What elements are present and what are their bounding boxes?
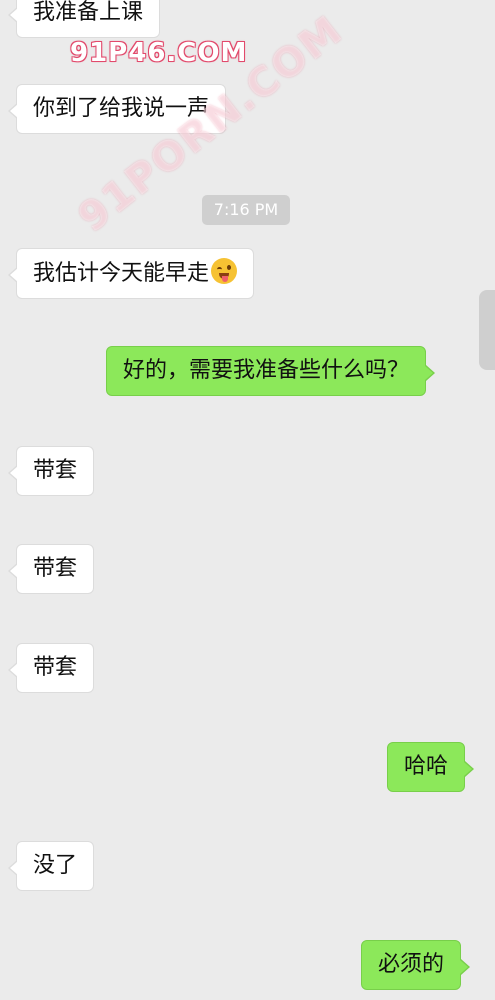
scroll-indicator[interactable]	[479, 290, 495, 370]
message-text: 带套	[33, 556, 78, 581]
message-text: 好的，需要我准备些什么吗？	[123, 358, 410, 383]
message-timestamp: 7:16 PM	[202, 195, 290, 225]
message-bubble-outgoing[interactable]: 必须的	[361, 940, 471, 990]
message-bubble-outgoing[interactable]: 哈哈	[387, 742, 475, 792]
message-bubble-incoming[interactable]: 带套	[7, 446, 95, 496]
message-text: 我准备上课	[33, 0, 144, 25]
message-text: 我估计今天能早走	[33, 261, 210, 286]
message-bubble-incoming[interactable]: 我准备上课	[7, 0, 161, 38]
message-bubble-outgoing[interactable]: 好的，需要我准备些什么吗？	[106, 346, 436, 396]
watermark-logo: 91P46.COM	[70, 38, 248, 68]
message-text: 哈哈	[404, 754, 449, 779]
message-text: 没了	[33, 853, 78, 878]
message-text: 带套	[33, 458, 78, 483]
winking-tongue-emoji-icon	[211, 258, 238, 284]
message-text: 带套	[33, 655, 78, 680]
message-text: 必须的	[378, 952, 445, 977]
chat-view[interactable]: 我准备上课 91P46.COM 你到了给我说一声 7:16 PM 我估计今天能早…	[0, 0, 495, 1000]
message-bubble-incoming[interactable]: 带套	[7, 643, 95, 693]
message-bubble-incoming[interactable]: 带套	[7, 544, 95, 594]
message-bubble-incoming[interactable]: 我估计今天能早走	[7, 248, 255, 299]
message-bubble-incoming[interactable]: 没了	[7, 841, 95, 891]
